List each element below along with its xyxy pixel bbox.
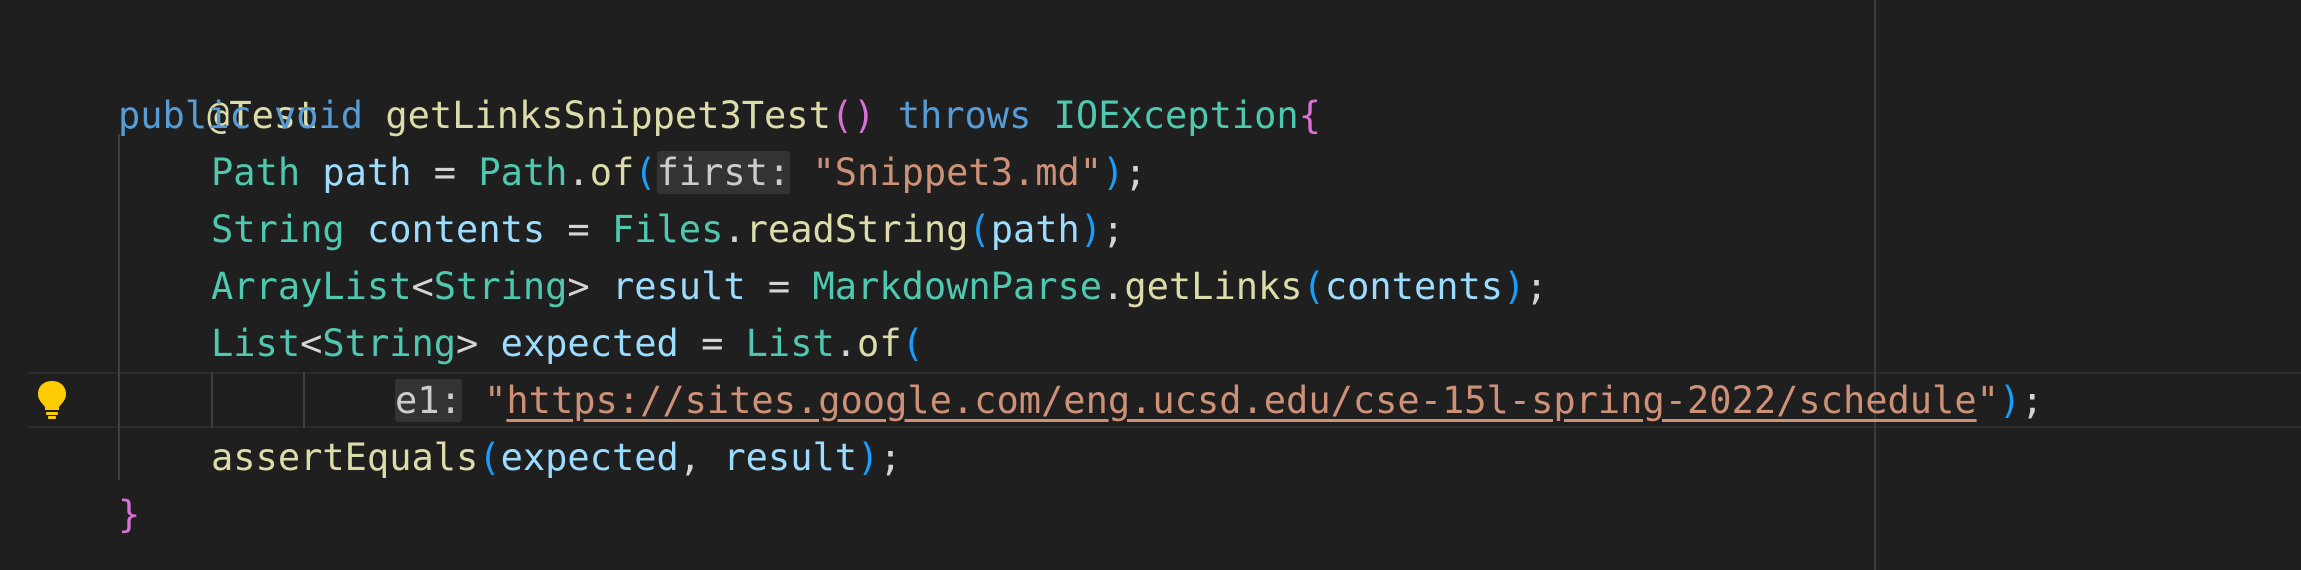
string-quote: "	[484, 379, 507, 422]
code-line-3[interactable]: Path path = Path.of(first: "Snippet3.md"…	[211, 144, 1147, 201]
code-line-4[interactable]: String contents = Files.readString(path)…	[211, 201, 1124, 258]
bracket: )	[1102, 151, 1125, 194]
code-line-5[interactable]: ArrayList<String> result = MarkdownParse…	[211, 258, 1548, 315]
argument: contents	[1324, 265, 1504, 308]
bracket: )	[1998, 379, 2022, 422]
code-line-2[interactable]: public void getLinksSnippet3Test() throw…	[118, 87, 1321, 144]
keyword: void	[273, 94, 364, 137]
comma: ,	[678, 436, 724, 479]
bracket: (	[634, 151, 657, 194]
string-quote: "	[1976, 379, 1999, 422]
type-name: List	[211, 322, 301, 365]
operator: =	[745, 265, 813, 308]
bracket: (	[968, 208, 991, 251]
keyword: throws	[897, 94, 1032, 137]
argument: path	[990, 208, 1080, 251]
method-call: getLinks	[1124, 265, 1303, 308]
method-call: assertEquals	[211, 436, 479, 479]
method-name: getLinksSnippet3Test	[385, 94, 831, 137]
semicolon: ;	[1124, 151, 1147, 194]
semicolon: ;	[2021, 379, 2044, 422]
lightbulb-icon[interactable]	[35, 379, 69, 419]
class-name: Path	[478, 151, 568, 194]
semicolon: ;	[1102, 208, 1125, 251]
semicolon: ;	[879, 436, 902, 479]
type-name: IOException	[1053, 94, 1299, 137]
parameter-hint: e1:	[395, 379, 462, 422]
code-line-7[interactable]: e1: "https://sites.google.com/eng.ucsd.e…	[395, 372, 2043, 429]
variable: contents	[366, 208, 546, 251]
bracket: ()	[830, 94, 876, 137]
parameter-hint: first:	[656, 151, 791, 194]
url-link[interactable]: https://sites.google.com/eng.ucsd.edu/cs…	[506, 379, 1976, 422]
editor-ruler	[1874, 0, 1876, 570]
class-name: List	[745, 322, 835, 365]
semicolon: ;	[1525, 265, 1548, 308]
dot: .	[567, 151, 590, 194]
angle-bracket: <	[411, 265, 434, 308]
variable: path	[322, 151, 412, 194]
angle-bracket: <	[300, 322, 323, 365]
dot: .	[834, 322, 858, 365]
bracket: {	[1298, 94, 1321, 137]
bracket: (	[1302, 265, 1325, 308]
bracket: )	[857, 436, 880, 479]
variable: expected	[500, 322, 679, 365]
method-call: of	[857, 322, 902, 365]
operator: =	[678, 322, 746, 365]
code-line-9[interactable]: }	[118, 486, 140, 543]
code-line-1[interactable]: @Test	[118, 30, 318, 137]
bracket: (	[901, 322, 924, 365]
argument: result	[723, 436, 858, 479]
variable: result	[611, 265, 746, 308]
angle-bracket: >	[456, 322, 479, 365]
class-name: MarkdownParse	[812, 265, 1103, 308]
method-call: readString	[745, 208, 969, 251]
method-call: of	[589, 151, 635, 194]
indent-guide	[303, 372, 305, 428]
generic-type: String	[322, 322, 457, 365]
type-name: String	[211, 208, 345, 251]
string-literal: "Snippet3.md"	[812, 151, 1103, 194]
bracket: )	[1079, 208, 1103, 251]
operator: =	[411, 151, 479, 194]
dot: .	[723, 208, 746, 251]
indent-guide	[211, 372, 213, 428]
argument: expected	[500, 436, 679, 479]
type-name: ArrayList	[211, 265, 412, 308]
angle-bracket: >	[567, 265, 590, 308]
code-line-6[interactable]: List<String> expected = List.of(	[211, 315, 924, 372]
bracket: (	[478, 436, 501, 479]
class-name: Files	[611, 208, 724, 251]
type-name: Path	[211, 151, 301, 194]
bracket: }	[118, 493, 141, 536]
dot: .	[1102, 265, 1125, 308]
operator: =	[545, 208, 612, 251]
code-line-8[interactable]: assertEquals(expected, result);	[211, 429, 902, 486]
generic-type: String	[433, 265, 568, 308]
bracket: )	[1503, 265, 1526, 308]
keyword: public	[118, 94, 252, 137]
code-editor[interactable]: @Test public void getLinksSnippet3Test()…	[0, 0, 2301, 570]
